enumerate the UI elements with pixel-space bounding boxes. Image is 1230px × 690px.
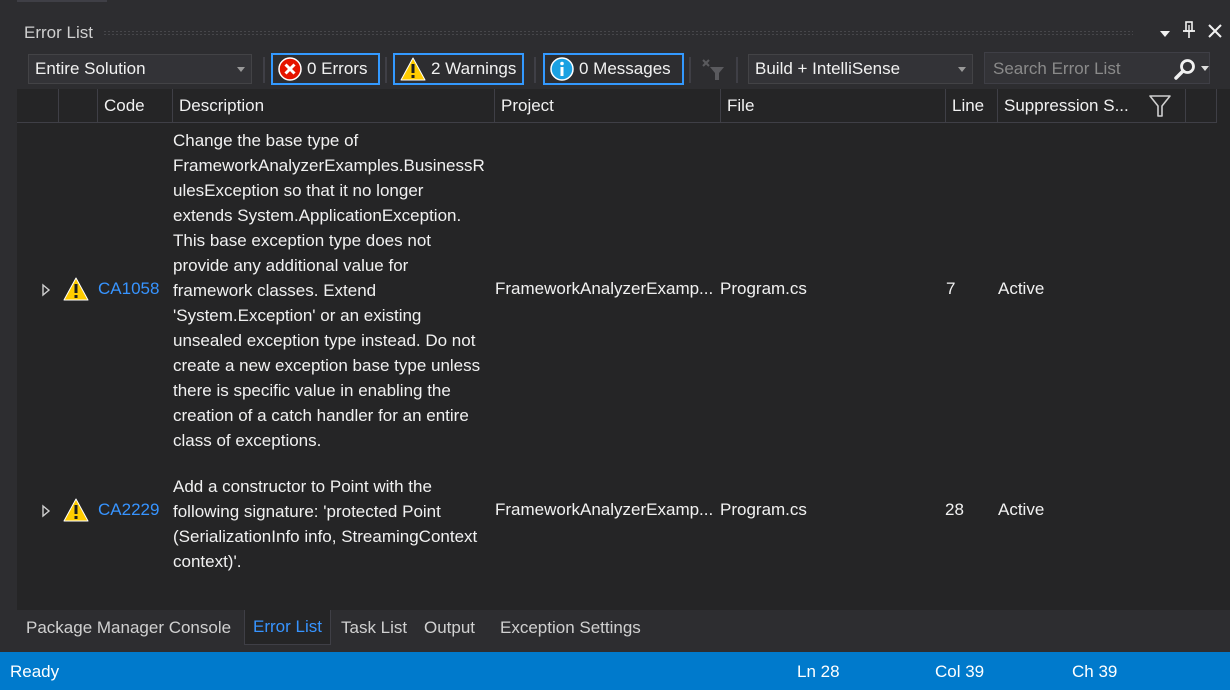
column-header-extra (1185, 89, 1217, 122)
description-line: creation of a catch handler for an entir… (173, 406, 469, 425)
column-header-code[interactable]: Code (97, 89, 172, 122)
column-header-line-label: Line (952, 96, 985, 115)
column-header-description-label: Description (179, 96, 265, 115)
bottom-tool-tabs: Package Manager Console Error List Task … (0, 610, 1230, 652)
messages-filter-button[interactable]: 0 Messages (543, 53, 684, 85)
description-line: following signature: 'protected Point (173, 502, 441, 521)
scope-select[interactable]: Entire Solution (28, 54, 252, 84)
error-code-link[interactable]: CA1058 (98, 279, 159, 299)
column-header-code-label: Code (104, 96, 145, 115)
description-line: 'System.Exception' or an existing (173, 306, 422, 325)
top-bar (0, 0, 1230, 15)
toolbar-separator (689, 57, 691, 83)
column-header-line[interactable]: Line (945, 89, 997, 122)
clear-filter-button[interactable] (702, 59, 726, 86)
chevron-down-icon (237, 67, 245, 72)
messages-count-label: 0 Messages (579, 59, 671, 78)
file-cell: Program.cs (720, 500, 807, 519)
status-bar: Ready Ln 28 Col 39 Ch 39 (0, 652, 1230, 690)
description-line: ulesException so that it no longer (173, 181, 424, 200)
line-cell: 7 (946, 279, 956, 298)
close-icon[interactable] (1207, 22, 1223, 44)
description-line: class of exceptions. (173, 431, 322, 450)
table-row[interactable]: CA1058 Change the base type of Framework… (17, 122, 1217, 462)
column-header-description[interactable]: Description (172, 89, 494, 122)
column-header-file-label: File (727, 96, 755, 115)
status-column: Col 39 (935, 662, 985, 681)
title-grip[interactable] (103, 30, 1133, 36)
toolbar-separator (385, 57, 387, 83)
pin-icon[interactable] (1183, 21, 1195, 44)
toolbar-separator (736, 57, 738, 83)
toolbar-separator (534, 57, 536, 83)
window-position-dropdown-icon[interactable] (1159, 22, 1171, 44)
description-line: there is specific value in enabling the (173, 381, 451, 400)
error-code-link[interactable]: CA2229 (98, 500, 159, 520)
document-tab-stub (17, 0, 107, 2)
tab-output[interactable]: Output (424, 618, 475, 638)
search-icon[interactable] (1174, 58, 1196, 85)
warning-icon (400, 57, 426, 81)
error-icon (278, 57, 302, 81)
tab-error-list[interactable]: Error List (244, 610, 331, 645)
tab-exception-settings[interactable]: Exception Settings (500, 618, 641, 638)
status-text: Ready (10, 662, 60, 681)
build-source-select[interactable]: Build + IntelliSense (748, 54, 973, 84)
search-input[interactable] (991, 57, 1175, 81)
panel-title: Error List (24, 23, 93, 42)
column-header-suppression[interactable]: Suppression S... (997, 89, 1185, 122)
column-header-severity[interactable] (58, 89, 97, 122)
line-cell: 28 (945, 500, 964, 519)
chevron-down-icon (958, 67, 966, 72)
description-line: framework classes. Extend (173, 281, 377, 300)
column-header-file[interactable]: File (720, 89, 945, 122)
project-cell: FrameworkAnalyzerExamp... (495, 279, 714, 298)
tab-package-manager-console[interactable]: Package Manager Console (26, 618, 231, 638)
toolbar-separator (263, 57, 265, 83)
suppression-cell: Active (998, 279, 1045, 298)
expand-arrow-icon[interactable] (41, 503, 51, 523)
status-char: Ch 39 (1072, 662, 1118, 681)
column-header-suppression-label: Suppression S... (1004, 96, 1129, 115)
description-line: This base exception type does not (173, 231, 431, 250)
file-cell: Program.cs (720, 279, 807, 298)
table-row[interactable]: CA2229 Add a constructor to Point with t… (17, 462, 1217, 571)
build-source-value: Build + IntelliSense (755, 59, 901, 78)
description-cell: Change the base type of FrameworkAnalyze… (173, 128, 498, 453)
search-options-chevron-icon[interactable] (1201, 66, 1209, 71)
description-cell: Add a constructor to Point with the foll… (173, 474, 498, 574)
column-header-row: Code Description Project File Line Suppr… (17, 89, 1217, 123)
status-line: Ln 28 (797, 662, 840, 681)
description-line: context)'. (173, 552, 242, 571)
expand-arrow-icon[interactable] (41, 282, 51, 302)
project-cell: FrameworkAnalyzerExamp... (495, 500, 714, 519)
tab-task-list[interactable]: Task List (341, 618, 407, 638)
description-line: create a new exception base type unless (173, 356, 481, 375)
error-list-toolbar: Entire Solution 0 Errors 2 Warnings 0 Me… (17, 51, 1230, 89)
left-strip (0, 15, 17, 610)
description-line: Change the base type of (173, 131, 359, 150)
error-list-panel: Error List Entire Solution 0 Errors 2 Wa… (17, 15, 1230, 610)
warnings-filter-button[interactable]: 2 Warnings (393, 53, 524, 85)
column-header-project[interactable]: Project (494, 89, 720, 122)
errors-count-label: 0 Errors (307, 59, 368, 78)
panel-title-bar: Error List (17, 15, 1230, 51)
clear-filter-icon (702, 59, 724, 80)
warning-icon (63, 498, 89, 527)
warnings-count-label: 2 Warnings (431, 59, 517, 78)
warning-icon (63, 277, 89, 306)
suppression-cell: Active (998, 500, 1045, 519)
error-list-grid: Code Description Project File Line Suppr… (17, 89, 1230, 610)
description-line: (SerializationInfo info, StreamingContex… (173, 527, 478, 546)
description-line: FrameworkAnalyzerExamples.BusinessR (173, 156, 485, 175)
errors-filter-button[interactable]: 0 Errors (271, 53, 380, 85)
description-line: provide any additional value for (173, 256, 409, 275)
column-header-project-label: Project (501, 96, 554, 115)
description-line: unsealed exception type instead. Do not (173, 331, 476, 350)
description-line: extends System.ApplicationException. (173, 206, 462, 225)
info-icon (550, 57, 574, 81)
scope-select-value: Entire Solution (35, 59, 146, 78)
description-line: Add a constructor to Point with the (173, 477, 432, 496)
